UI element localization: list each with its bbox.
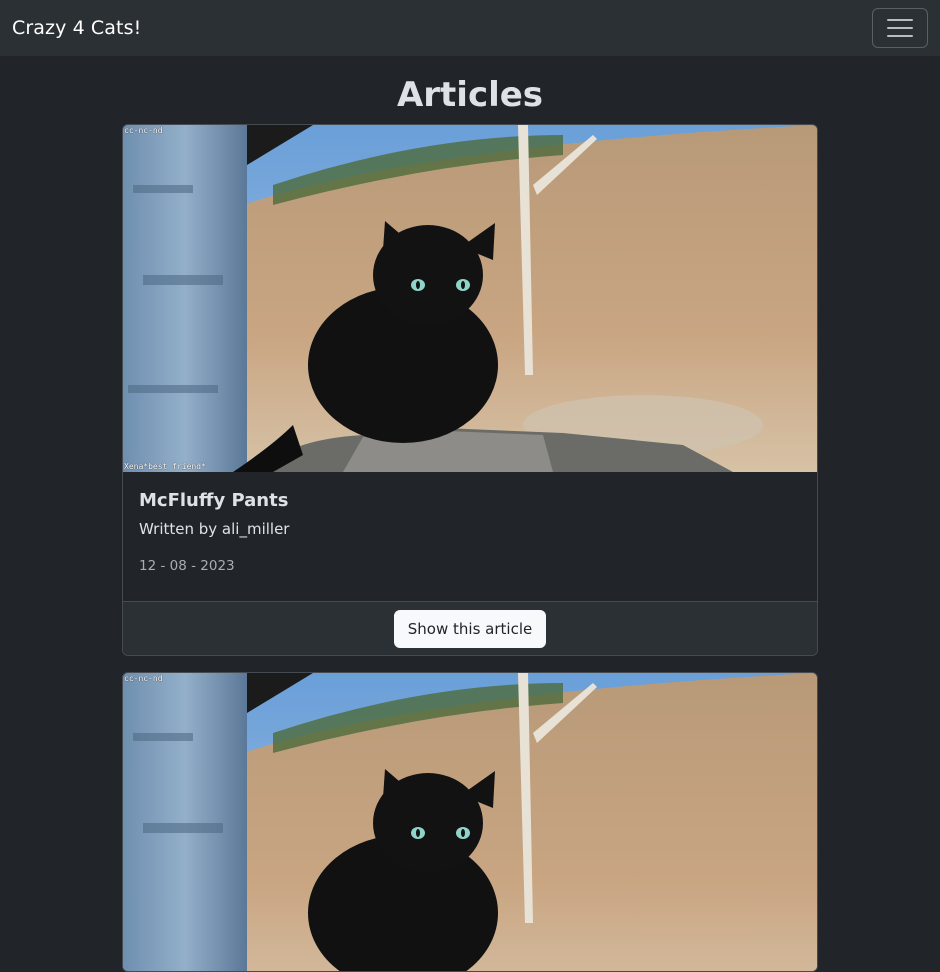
navbar-toggler-button[interactable] <box>872 8 928 48</box>
show-article-button[interactable]: Show this article <box>393 610 547 648</box>
article-card: cc-nc-nd <box>122 672 818 972</box>
navbar: Crazy 4 Cats! <box>0 0 940 56</box>
hamburger-menu-icon <box>887 19 913 21</box>
article-date: 12 - 08 - 2023 <box>139 558 235 574</box>
article-author: Written by ali_miller <box>139 520 290 538</box>
card-body: McFluffy Pants Written by ali_miller 12 … <box>123 472 817 601</box>
image-caption: Xena*best friend* <box>124 462 206 471</box>
card-footer: Show this article <box>123 601 817 655</box>
image-license-caption: cc-nc-nd <box>124 674 163 683</box>
article-image: cc-nc-nd Xena*best friend* <box>123 125 817 472</box>
article-image: cc-nc-nd <box>123 673 817 971</box>
image-license-caption: cc-nc-nd <box>124 126 163 135</box>
article-title: McFluffy Pants <box>139 490 289 511</box>
article-card: cc-nc-nd Xena*best friend* McFluffy Pant… <box>122 124 818 656</box>
page-title: Articles <box>396 75 544 115</box>
navbar-brand[interactable]: Crazy 4 Cats! <box>12 17 141 39</box>
